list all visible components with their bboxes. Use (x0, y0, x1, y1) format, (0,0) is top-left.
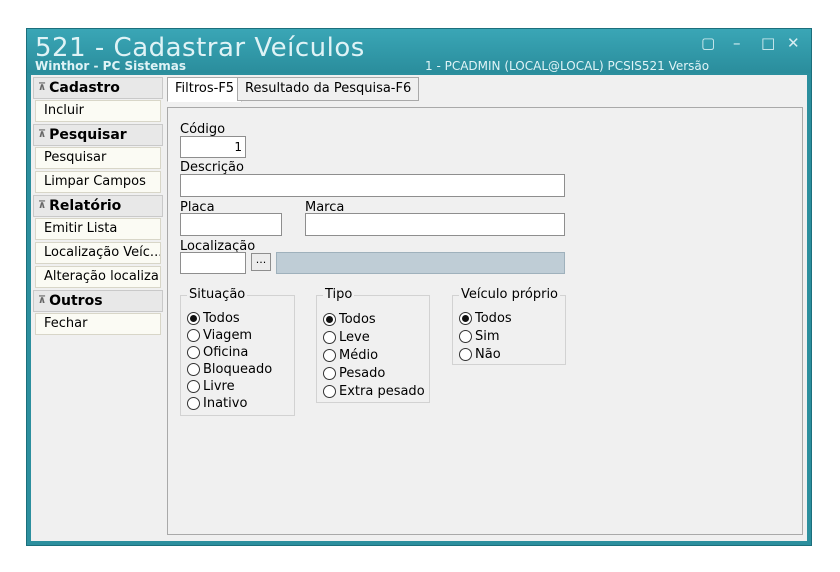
radio-icon (323, 331, 336, 344)
radio-icon (187, 329, 200, 342)
restore-icon[interactable]: ▢ (701, 35, 715, 51)
tipo-option-leve[interactable]: Leve (323, 330, 370, 347)
window-subtitle: Winthor - PC Sistemas (35, 59, 186, 73)
codigo-label: Código (180, 122, 226, 137)
sidebar-group-relatorio[interactable]: ⊼ Relatório (33, 195, 163, 217)
marca-input[interactable] (305, 213, 565, 236)
tipo-group: Tipo Todos Leve Médio Pesado Extra pesad… (316, 287, 430, 403)
sidebar-group-outros[interactable]: ⊼ Outros (33, 290, 163, 312)
situacao-option-inativo[interactable]: Inativo (187, 396, 247, 413)
codigo-input[interactable]: 1 (180, 136, 246, 158)
radio-label: Todos (203, 311, 240, 326)
radio-label: Não (475, 347, 501, 362)
sidebar-item-pesquisar[interactable]: Pesquisar (35, 147, 161, 169)
sidebar-item-localizacao-veiculo[interactable]: Localização Veíc... (35, 242, 161, 264)
tipo-title: Tipo (323, 287, 355, 302)
close-icon[interactable]: ✕ (787, 35, 800, 51)
group-label: Cadastro (49, 80, 120, 96)
radio-icon (187, 363, 200, 376)
radio-icon (187, 346, 200, 359)
app-window: 521 - Cadastrar Veículos Winthor - PC Si… (26, 28, 812, 546)
radio-icon (187, 380, 200, 393)
radio-icon (459, 348, 472, 361)
descricao-input[interactable] (180, 174, 565, 197)
situacao-option-bloqueado[interactable]: Bloqueado (187, 362, 272, 379)
chevron-up-icon: ⊼ (38, 129, 47, 140)
radio-label: Extra pesado (339, 384, 425, 399)
radio-label: Bloqueado (203, 362, 273, 377)
title-bar: 521 - Cadastrar Veículos Winthor - PC Si… (27, 29, 811, 73)
sidebar: ⊼ Cadastro Incluir ⊼ Pesquisar Pesquisar L… (33, 77, 163, 337)
situacao-option-todos[interactable]: Todos (187, 311, 240, 328)
radio-icon (323, 367, 336, 380)
radio-label: Oficina (203, 345, 249, 360)
descricao-label: Descrição (180, 160, 244, 175)
sidebar-item-alteracao-localizacao[interactable]: Alteração localiza... (35, 266, 161, 288)
group-label: Outros (49, 293, 103, 309)
radio-selected-icon (187, 312, 200, 325)
radio-selected-icon (323, 313, 336, 326)
veiculo-proprio-option-todos[interactable]: Todos (459, 311, 512, 328)
sidebar-item-limpar-campos[interactable]: Limpar Campos (35, 171, 161, 193)
localizacao-description-field (276, 252, 565, 274)
radio-label: Sim (475, 329, 500, 344)
radio-label: Inativo (203, 396, 248, 411)
radio-label: Todos (339, 312, 376, 327)
chevron-up-icon: ⊼ (38, 82, 47, 93)
radio-icon (187, 397, 200, 410)
localizacao-code-input[interactable] (180, 252, 246, 274)
veiculo-proprio-group: Veículo próprio Todos Sim Não (452, 287, 566, 365)
tipo-option-extra-pesado[interactable]: Extra pesado (323, 384, 425, 401)
radio-label: Livre (203, 379, 235, 394)
chevron-up-icon: ⊼ (38, 295, 47, 306)
sidebar-group-cadastro[interactable]: ⊼ Cadastro (33, 77, 163, 99)
radio-icon (323, 385, 336, 398)
situacao-option-viagem[interactable]: Viagem (187, 328, 252, 345)
tipo-option-medio[interactable]: Médio (323, 348, 378, 365)
sidebar-group-pesquisar[interactable]: ⊼ Pesquisar (33, 124, 163, 146)
veiculo-proprio-title: Veículo próprio (459, 287, 561, 302)
placa-input[interactable] (180, 213, 282, 236)
chevron-up-icon: ⊼ (38, 200, 47, 211)
filters-panel: Código 1 Descrição Placa Marca Localizaç… (167, 107, 803, 535)
group-label: Relatório (49, 198, 122, 214)
radio-label: Todos (475, 311, 512, 326)
sidebar-item-emitir-lista[interactable]: Emitir Lista (35, 218, 161, 240)
tipo-option-pesado[interactable]: Pesado (323, 366, 385, 383)
radio-icon (459, 330, 472, 343)
radio-selected-icon (459, 312, 472, 325)
sidebar-item-fechar[interactable]: Fechar (35, 313, 161, 335)
radio-icon (323, 349, 336, 362)
veiculo-proprio-option-nao[interactable]: Não (459, 347, 501, 364)
situacao-option-livre[interactable]: Livre (187, 379, 235, 396)
maximize-icon[interactable]: □ (761, 35, 775, 51)
sidebar-item-incluir[interactable]: Incluir (35, 100, 161, 122)
radio-label: Leve (339, 330, 370, 345)
situacao-title: Situação (187, 287, 248, 302)
tab-resultado-pesquisa[interactable]: Resultado da Pesquisa-F6 (237, 77, 420, 101)
user-info: 1 - PCADMIN (LOCAL@LOCAL) PCSIS521 Versã… (425, 59, 710, 73)
radio-label: Viagem (203, 328, 253, 343)
window-body: ⊼ Cadastro Incluir ⊼ Pesquisar Pesquisar L… (31, 75, 807, 541)
minimize-icon[interactable]: – (733, 35, 741, 51)
tab-filtros[interactable]: Filtros-F5 (167, 77, 243, 102)
radio-label: Médio (339, 348, 379, 363)
localizacao-browse-button[interactable]: ... (251, 253, 271, 271)
veiculo-proprio-option-sim[interactable]: Sim (459, 329, 500, 346)
radio-label: Pesado (339, 366, 386, 381)
situacao-option-oficina[interactable]: Oficina (187, 345, 248, 362)
situacao-group: Situação Todos Viagem Oficina Bloqueado … (180, 287, 295, 416)
group-label: Pesquisar (49, 127, 127, 143)
tipo-option-todos[interactable]: Todos (323, 312, 376, 329)
